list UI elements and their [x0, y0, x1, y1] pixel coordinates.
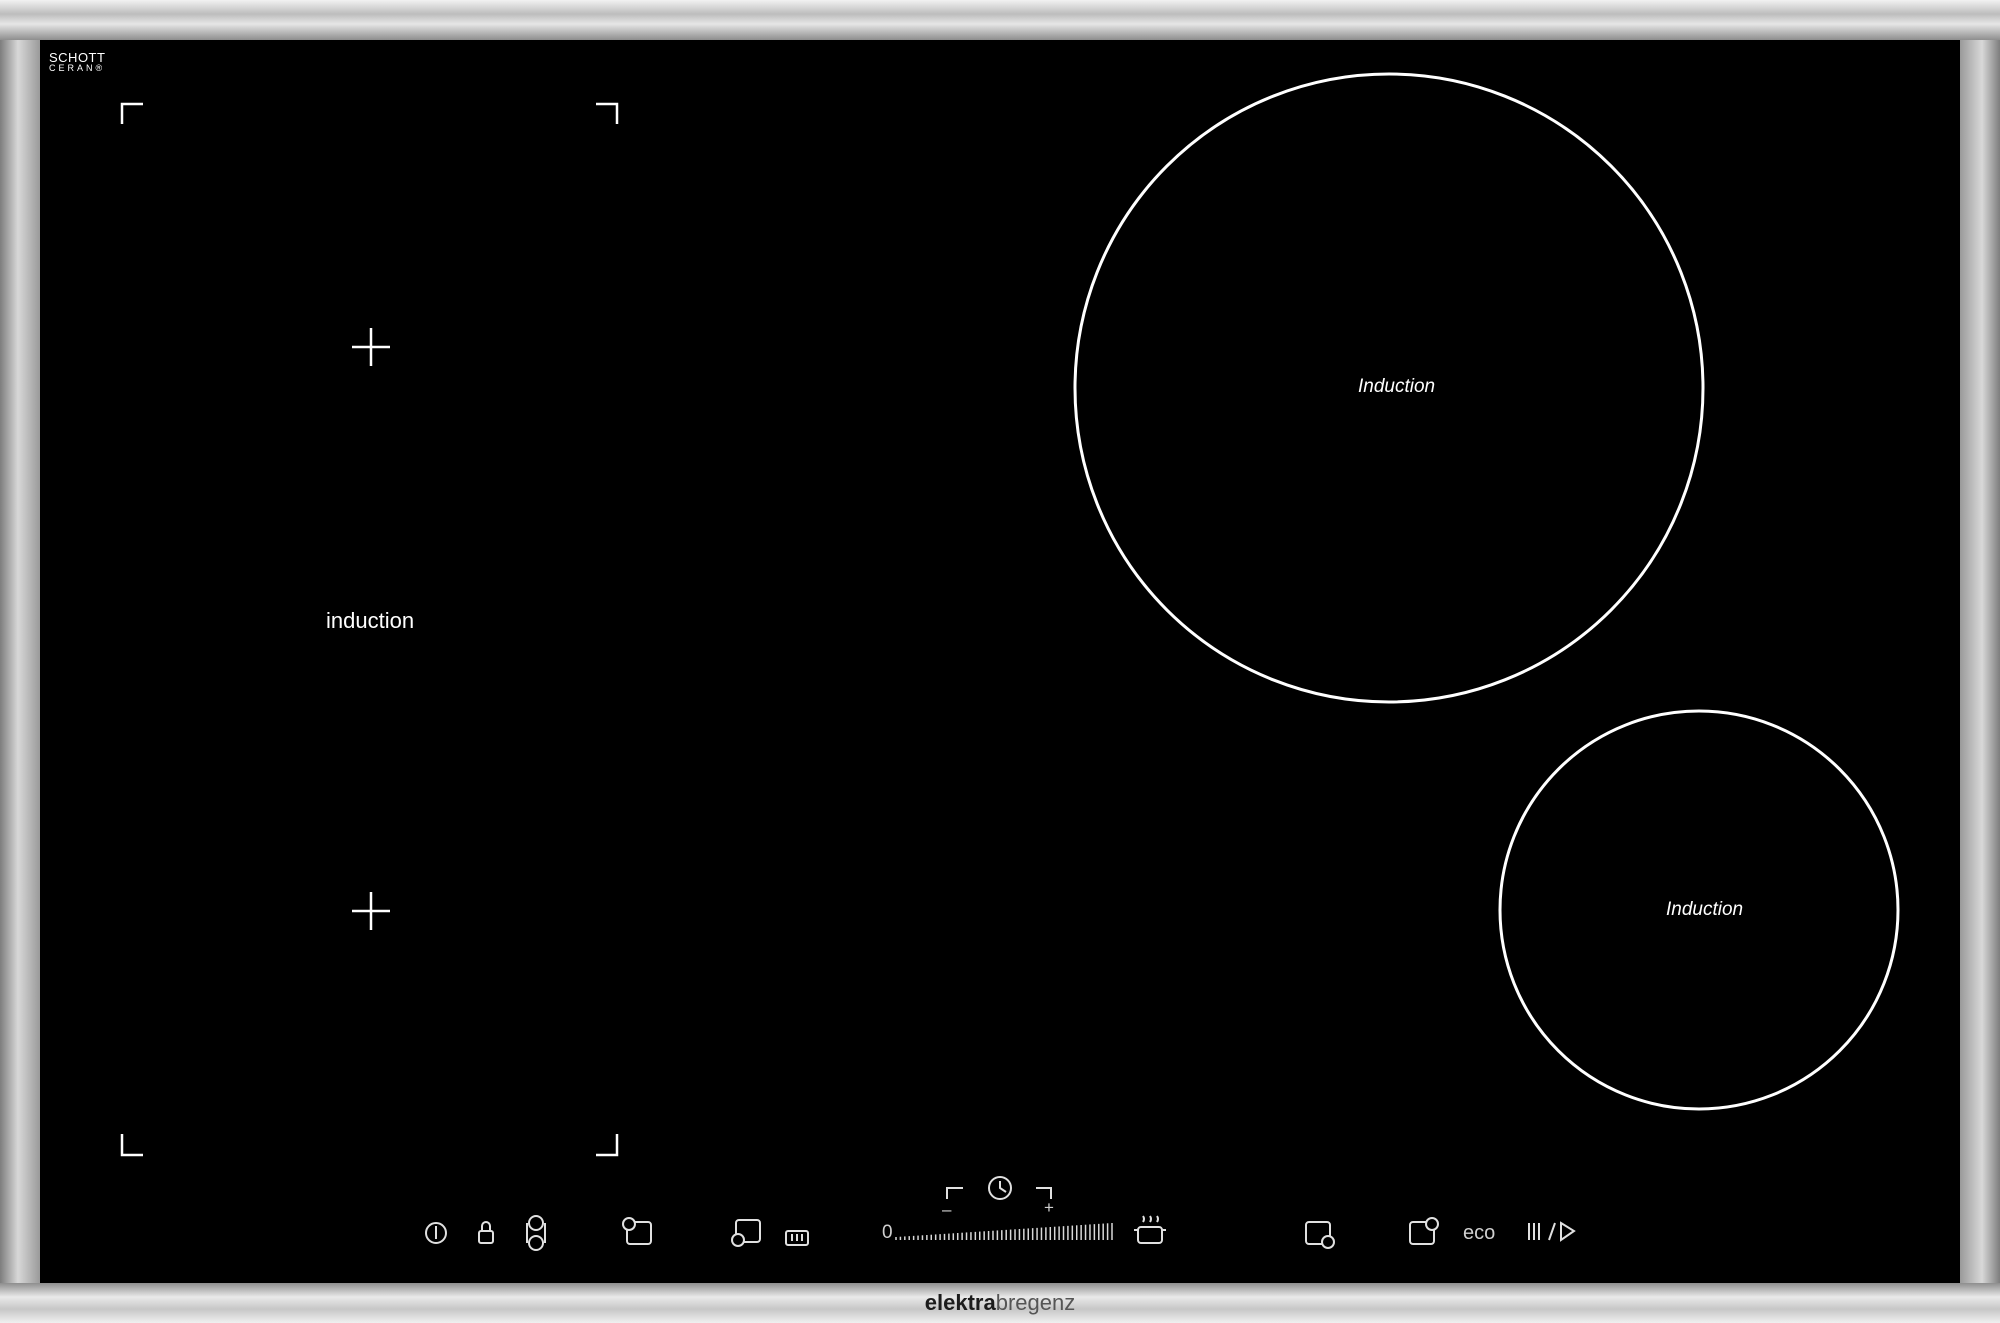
zone-select-front-left-icon[interactable] [622, 1217, 652, 1245]
cooktop-markings [120, 72, 1900, 1251]
timer-icon[interactable] [988, 1176, 1012, 1200]
eco-button[interactable]: eco [1463, 1222, 1495, 1245]
flex-zone-corner-bl [120, 1134, 143, 1157]
small-zone-label: Induction [1666, 899, 1744, 920]
slider-zero-label: 0 [882, 1222, 893, 1243]
power-slider[interactable] [895, 1223, 1113, 1240]
timer-minus-button[interactable]: – [942, 1200, 951, 1220]
timer-bracket-left [946, 1187, 963, 1199]
brand-part2: bregenz [995, 1290, 1076, 1315]
zone-select-rear-left-icon[interactable] [731, 1219, 761, 1247]
crosshair-bottom-icon [352, 892, 390, 930]
ceran-text: CERAN® [49, 63, 106, 73]
brand-part1: elektra [924, 1290, 996, 1315]
pause-play-icon[interactable] [1528, 1221, 1576, 1242]
timer-plus-button[interactable]: + [1044, 1198, 1054, 1218]
lock-icon[interactable] [478, 1221, 494, 1244]
zone-select-rear-right-icon[interactable] [1305, 1221, 1335, 1249]
large-zone-label: Induction [1358, 376, 1436, 397]
elektrabregenz-logo: elektrabregenz [0, 1290, 2000, 1316]
flex-zone-label: induction [326, 608, 415, 633]
flex-zone-corner-tl [120, 102, 143, 124]
bridge-zones-icon[interactable] [526, 1215, 546, 1251]
keep-warm-icon[interactable] [785, 1230, 809, 1246]
flex-zone-corner-tr [596, 102, 619, 124]
schott-ceran-logo: SCHOTT CERAN® [49, 51, 106, 74]
boost-pot-icon[interactable] [1134, 1215, 1166, 1244]
flex-zone-corner-br [596, 1134, 619, 1157]
crosshair-top-icon [352, 328, 390, 366]
induction-cooktop: SCHOTT CERAN® induction Induction Induct… [0, 0, 2000, 1323]
zone-select-front-right-icon[interactable] [1409, 1217, 1439, 1245]
power-icon[interactable] [425, 1222, 447, 1244]
